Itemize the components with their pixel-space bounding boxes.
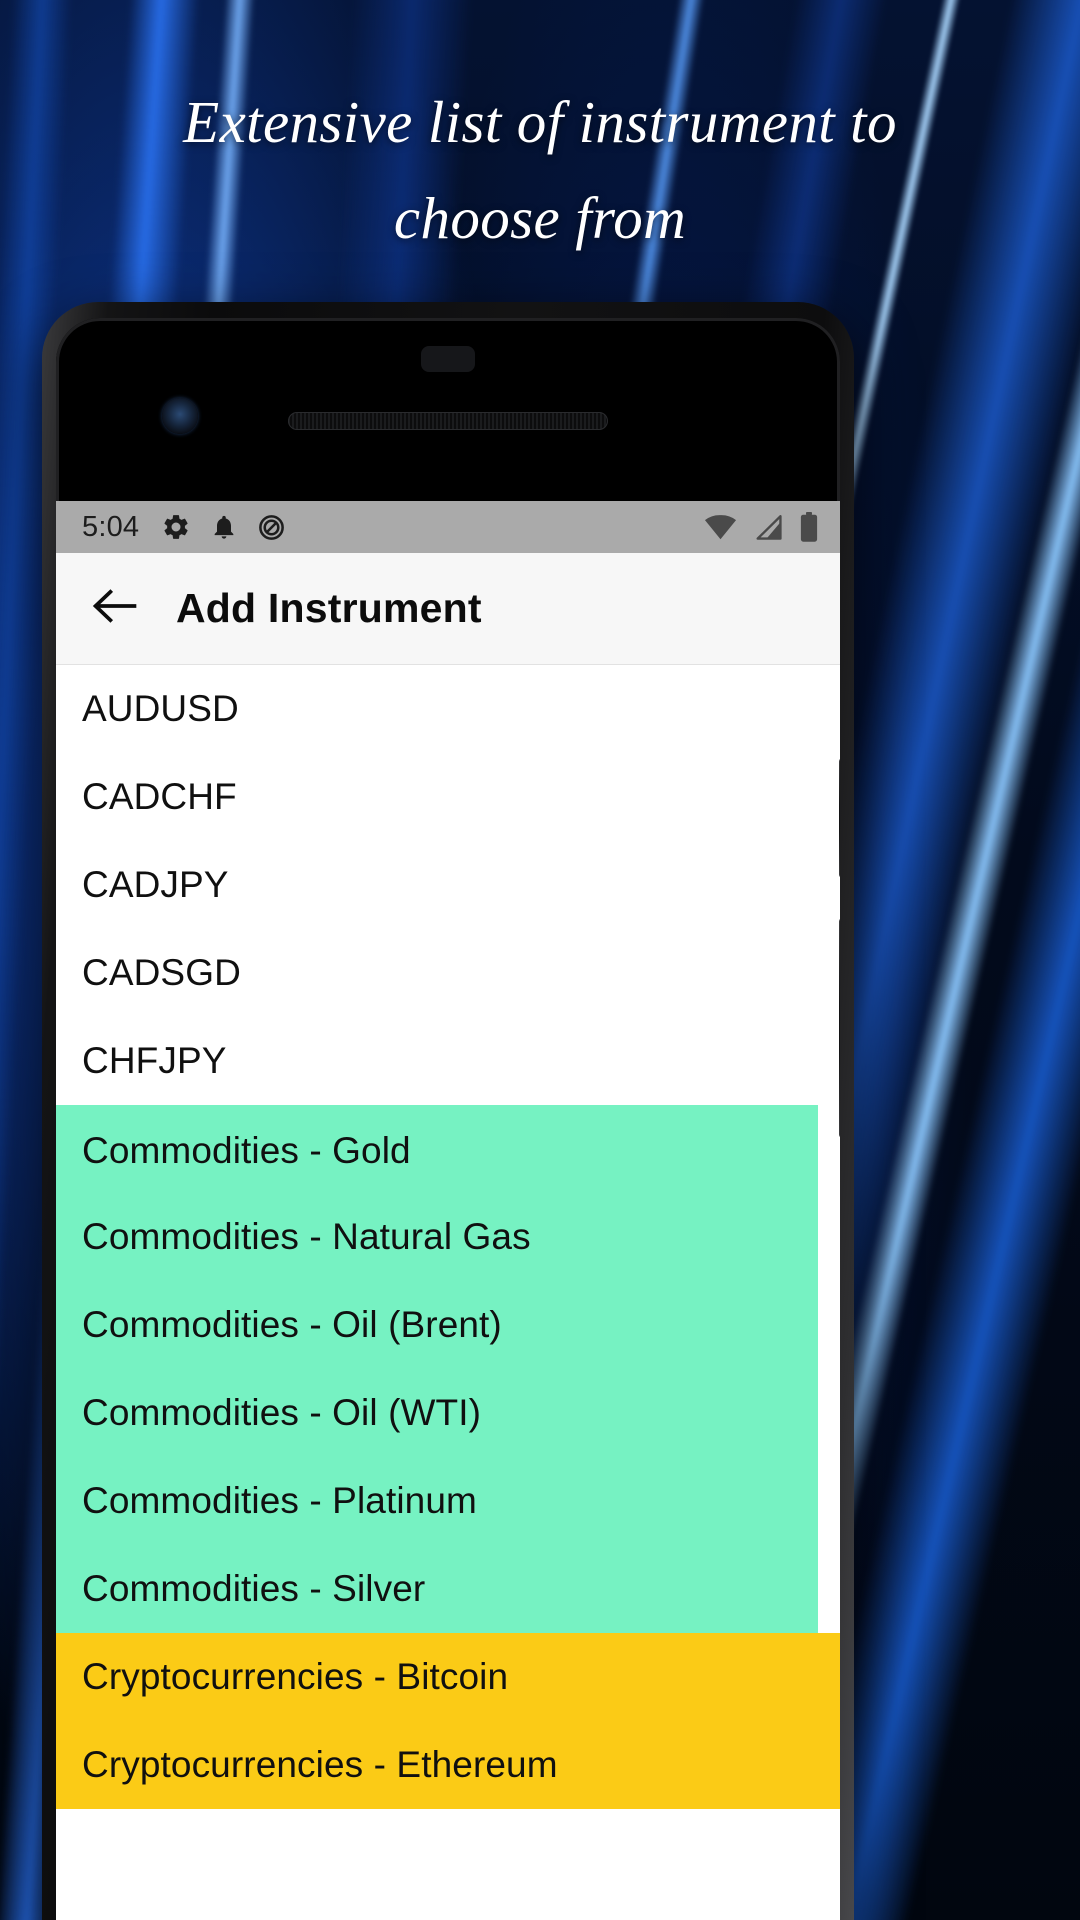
list-item[interactable]: CHFJPY	[56, 1017, 840, 1105]
list-item[interactable]: CADSGD	[56, 929, 840, 1017]
page-title: Add Instrument	[176, 585, 482, 631]
instrument-section-green: Commodities - Gold Commodities - Natural …	[56, 1105, 818, 1633]
list-item[interactable]: CADJPY	[56, 841, 840, 929]
status-right-icons	[704, 512, 818, 542]
list-item[interactable]: Commodities - Gold	[56, 1105, 818, 1193]
status-time: 5:04	[82, 510, 140, 543]
phone-screen: 5:04 Add Instrument AUDUSD CADCHF CADJPY…	[56, 501, 840, 1920]
volume-button[interactable]	[839, 758, 840, 878]
status-bar: 5:04	[56, 501, 840, 553]
list-item[interactable]: AUDUSD	[56, 665, 840, 753]
do-not-disturb-icon	[257, 513, 286, 542]
list-item[interactable]: Commodities - Natural Gas	[56, 1193, 818, 1281]
promo-screenshot: Extensive list of instrument to choose f…	[0, 0, 1080, 1920]
app-bar: Add Instrument	[56, 553, 840, 665]
back-button[interactable]	[82, 576, 148, 642]
front-camera-icon	[162, 398, 198, 434]
power-button[interactable]	[839, 918, 840, 1138]
list-item[interactable]: Cryptocurrencies - Ethereum	[56, 1721, 840, 1809]
instrument-section-plain: AUDUSD CADCHF CADJPY CADSGD CHFJPY	[56, 665, 840, 1105]
battery-icon	[800, 512, 818, 542]
bell-icon	[210, 513, 238, 541]
sensor-notch	[421, 346, 475, 372]
list-item[interactable]: Commodities - Oil (WTI)	[56, 1369, 818, 1457]
list-item[interactable]: Cryptocurrencies - Bitcoin	[56, 1633, 840, 1721]
phone-body: 5:04 Add Instrument AUDUSD CADCHF CADJPY…	[56, 318, 840, 1920]
instrument-section-yellow: Cryptocurrencies - Bitcoin Cryptocurrenci…	[56, 1633, 840, 1809]
status-left-icons	[161, 512, 286, 542]
earpiece-speaker	[288, 412, 608, 430]
phone-mockup: 5:04 Add Instrument AUDUSD CADCHF CADJPY…	[42, 302, 854, 1920]
list-item[interactable]: CADCHF	[56, 753, 840, 841]
list-item[interactable]: Commodities - Platinum	[56, 1457, 818, 1545]
list-item[interactable]: Commodities - Oil (Brent)	[56, 1281, 818, 1369]
gear-icon	[161, 512, 191, 542]
list-item[interactable]: Commodities - Silver	[56, 1545, 818, 1633]
wifi-icon	[704, 514, 737, 540]
cell-signal-icon	[754, 514, 783, 540]
instrument-list: AUDUSD CADCHF CADJPY CADSGD CHFJPY Commoditie…	[56, 665, 840, 1811]
promo-headline: Extensive list of instrument to choose f…	[183, 89, 897, 251]
arrow-left-icon	[92, 587, 138, 630]
